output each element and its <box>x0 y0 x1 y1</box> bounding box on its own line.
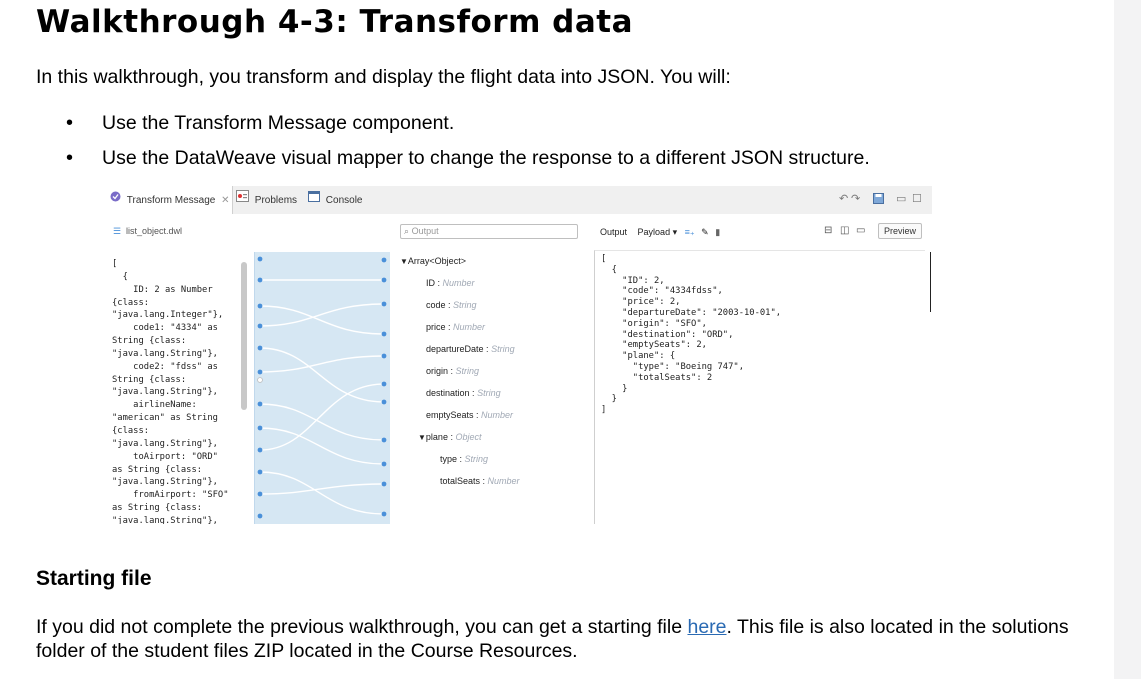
output-preview: [ { "ID": 2, "code": "4334fdss", "price"… <box>594 250 925 524</box>
splitter[interactable] <box>930 252 931 312</box>
collapse-arrow-icon: ▼ <box>400 257 408 266</box>
delete-icon[interactable]: ▮ <box>715 227 720 237</box>
starting-file-link[interactable]: here <box>687 616 726 638</box>
field-type: Object <box>455 432 482 442</box>
tree-root-label: Array<Object> <box>407 256 466 266</box>
output-label: Output <box>600 227 628 237</box>
field-type: String <box>491 344 515 354</box>
field-type: Number <box>481 410 514 420</box>
field-name: type <box>440 454 458 464</box>
field-name: destination <box>426 388 470 398</box>
search-icon: ⌕ <box>404 226 410 236</box>
tab-console[interactable]: Console <box>308 186 362 214</box>
outro-text-before: If you did not complete the previous wal… <box>36 616 688 638</box>
transform-icon <box>110 186 121 214</box>
input-code: [ { ID: 2 as Number {class: "java.lang.I… <box>112 259 229 524</box>
list-icon: ☰ <box>113 226 122 236</box>
tab-console-label: Console <box>325 194 363 206</box>
tree-field[interactable]: emptySeats : Number <box>426 410 513 420</box>
close-icon[interactable]: ✕ <box>221 195 229 206</box>
problems-icon <box>236 186 249 214</box>
tree-root-node[interactable]: ▼Array<Object> <box>400 256 466 266</box>
right-gutter <box>1114 0 1141 679</box>
layout-icon[interactable]: ▭ <box>856 225 865 236</box>
save-icon[interactable] <box>873 193 884 207</box>
mapping-area <box>253 214 390 524</box>
field-type: Number <box>487 476 520 486</box>
objective-item: Use the DataWeave visual mapper to chang… <box>36 143 870 178</box>
input-scrollbar[interactable] <box>241 262 247 410</box>
output-json: [ { "ID": 2, "code": "4334fdss", "price"… <box>601 254 782 416</box>
output-search-input[interactable]: ⌕ Output <box>400 224 578 239</box>
output-search-placeholder: Output <box>411 226 439 236</box>
output-toolbar: Output Payload ▾ ≡₊ ✎ ▮ <box>600 227 720 238</box>
input-pane: ☰ list_object.dwl [ { ID: 2 as Number {c… <box>104 214 255 524</box>
layout-icon[interactable]: ⊟ <box>824 225 832 236</box>
tab-problems[interactable]: Problems <box>236 186 297 214</box>
undo-icon[interactable]: ↶ <box>839 192 848 205</box>
field-name: departureDate <box>426 344 484 354</box>
transform-message-screenshot: Transform Message ✕ Problems Console ↶ ↷… <box>104 186 932 524</box>
tab-problems-label: Problems <box>254 194 298 206</box>
page-title: Walkthrough 4-3: Transform data <box>36 4 634 40</box>
tree-field[interactable]: origin : String <box>426 366 479 376</box>
tree-field[interactable]: ID : Number <box>426 278 475 288</box>
payload-label: Payload <box>637 227 671 237</box>
console-icon <box>308 186 320 214</box>
output-tree-pane: ⌕ Output ▼Array<Object> ID : Number code… <box>390 214 587 524</box>
field-type: Number <box>453 322 486 332</box>
tree-field[interactable]: price : Number <box>426 322 485 332</box>
outro-text: If you did not complete the previous wal… <box>36 615 1096 663</box>
field-name: price <box>426 322 446 332</box>
layout-icon[interactable]: ◫ <box>840 225 849 236</box>
field-name: emptySeats <box>426 410 474 420</box>
tree-field[interactable]: departureDate : String <box>426 344 515 354</box>
tree-field[interactable]: destination : String <box>426 388 501 398</box>
field-name: code <box>426 300 446 310</box>
field-type: String <box>464 454 489 464</box>
maximize-icon[interactable]: ☐ <box>912 192 922 205</box>
field-type: String <box>453 300 477 310</box>
add-output-icon[interactable]: ≡₊ <box>685 227 695 237</box>
redo-icon[interactable]: ↷ <box>851 192 860 205</box>
mapping-lines <box>253 252 390 524</box>
tab-transform-message[interactable]: Transform Message ✕ <box>104 186 233 214</box>
field-type: String <box>477 388 501 398</box>
field-type: String <box>455 366 480 376</box>
tree-field[interactable]: ▼plane : Object <box>418 432 481 442</box>
section-title: Starting file <box>36 567 152 590</box>
minimize-icon[interactable]: ▭ <box>896 192 906 205</box>
collapse-arrow-icon: ▼ <box>418 433 426 442</box>
field-name: ID <box>426 278 435 288</box>
tree-field[interactable]: code : String <box>426 300 477 310</box>
objectives-list: Use the Transform Message component. Use… <box>36 108 870 178</box>
field-name: plane <box>425 432 448 442</box>
field-name: totalSeats <box>440 476 481 486</box>
output-pane: Output Payload ▾ ≡₊ ✎ ▮ ⊟ ◫ ▭ Preview [ … <box>586 214 932 524</box>
input-file-name: list_object.dwl <box>126 226 183 236</box>
intro-text: In this walkthrough, you transform and d… <box>36 66 731 88</box>
field-name: origin <box>426 366 449 376</box>
payload-dropdown[interactable]: Payload ▾ <box>638 227 678 237</box>
field-type: Number <box>442 278 475 288</box>
view-tab-bar: Transform Message ✕ Problems Console ↶ ↷… <box>104 186 932 215</box>
tree-child-field[interactable]: totalSeats : Number <box>440 476 520 486</box>
edit-icon[interactable]: ✎ <box>701 227 709 237</box>
tree-child-field[interactable]: type : String <box>440 454 488 464</box>
tab-transform-label: Transform Message <box>126 194 216 206</box>
preview-button[interactable]: Preview <box>878 223 922 239</box>
objective-item: Use the Transform Message component. <box>36 108 870 143</box>
